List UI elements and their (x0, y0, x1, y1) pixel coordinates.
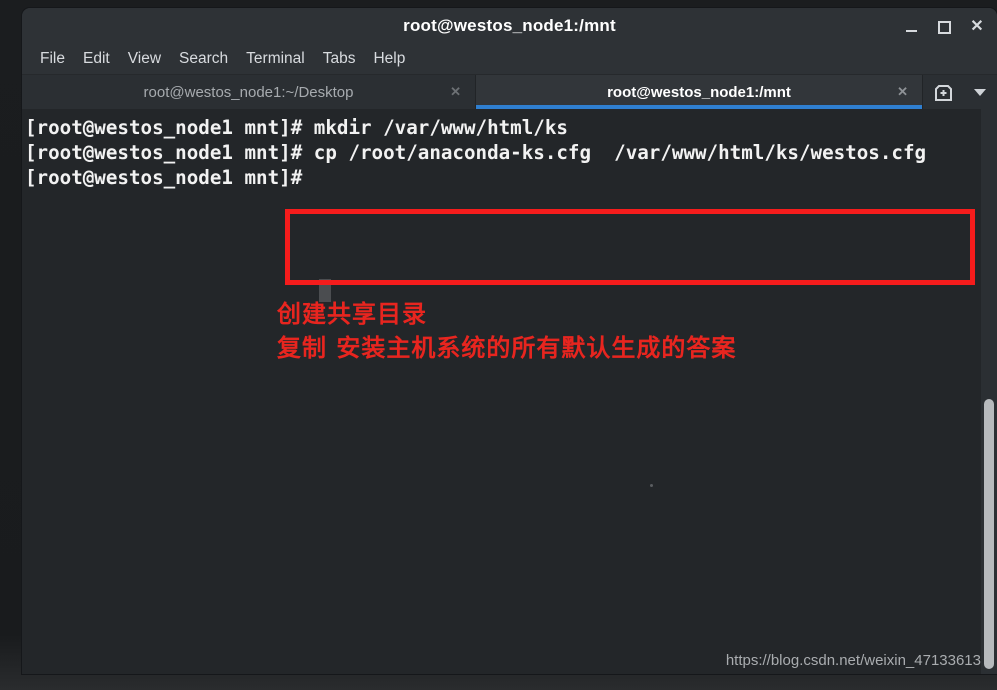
menu-item-terminal[interactable]: Terminal (237, 49, 314, 70)
maximize-button[interactable] (934, 17, 954, 37)
minimize-button[interactable] (901, 17, 921, 37)
tab-mnt-label: root@westos_node1:/mnt (607, 83, 791, 101)
window-titlebar[interactable]: root@westos_node1:/mnt ✕ (22, 8, 997, 45)
tabbar-controls (922, 75, 997, 109)
page-title: root@westos_node1:/mnt (403, 16, 616, 35)
tabbar: root@westos_node1:~/Desktop ✕ root@westo… (22, 75, 997, 109)
menu-item-edit[interactable]: Edit (74, 49, 119, 70)
minimize-icon (905, 29, 917, 32)
menubar: File Edit View Search Terminal Tabs Help (22, 45, 997, 75)
menu-item-help[interactable]: Help (364, 49, 414, 70)
tab-desktop-close-icon[interactable]: ✕ (450, 84, 461, 100)
menu-item-tabs[interactable]: Tabs (314, 49, 365, 70)
tab-mnt-close-icon[interactable]: ✕ (897, 84, 908, 100)
menu-item-search[interactable]: Search (170, 49, 237, 70)
menu-item-file[interactable]: File (31, 49, 74, 70)
close-button[interactable]: ✕ (967, 17, 987, 37)
new-tab-icon[interactable] (934, 84, 953, 101)
menu-item-view[interactable]: View (119, 49, 170, 70)
tab-mnt[interactable]: root@westos_node1:/mnt ✕ (476, 75, 922, 109)
terminal-scrollbar-track[interactable] (981, 109, 997, 674)
annotation-highlight-box (285, 209, 975, 285)
terminal-scrollbar-thumb[interactable] (984, 399, 994, 669)
terminal-window: root@westos_node1:/mnt ✕ File Edit View … (22, 8, 997, 674)
annotation-text-group: 创建共享目录 复制 安装主机系统的所有默认生成的答案 (277, 297, 736, 365)
close-icon: ✕ (970, 18, 984, 35)
terminal-output-area[interactable]: [root@westos_node1 mnt]# mkdir /var/www/… (22, 109, 997, 674)
terminal-text: [root@westos_node1 mnt]# mkdir /var/www/… (25, 116, 927, 189)
desktop-background: root@westos_node1:/mnt ✕ File Edit View … (0, 0, 997, 690)
watermark-text: https://blog.csdn.net/weixin_47133613 (725, 652, 981, 669)
tab-desktop[interactable]: root@westos_node1:~/Desktop ✕ (22, 75, 476, 109)
maximize-icon (937, 20, 951, 34)
chevron-down-icon[interactable] (974, 88, 987, 96)
tab-desktop-label: root@westos_node1:~/Desktop (143, 83, 354, 101)
annotation-line-2: 复制 安装主机系统的所有默认生成的答案 (277, 334, 737, 362)
screen-artifact-dot (650, 484, 653, 487)
annotation-line-1: 创建共享目录 (277, 300, 427, 328)
